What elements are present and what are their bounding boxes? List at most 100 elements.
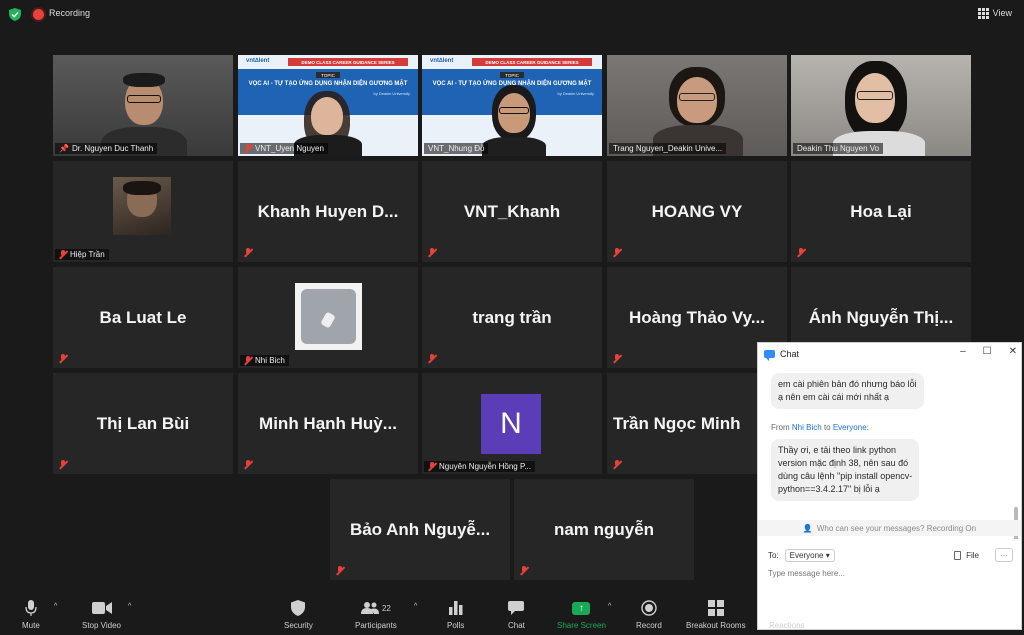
- meeting-top-bar: Recording View: [0, 0, 1024, 28]
- participant-tile[interactable]: HOANG VY: [607, 161, 787, 262]
- recipient-name-link[interactable]: Everyone:: [833, 423, 869, 432]
- participant-tile[interactable]: Trang Nguyen_Deakin Unive...: [607, 55, 787, 156]
- mic-muted-icon: [244, 356, 252, 365]
- bar-chart-icon: [448, 598, 463, 618]
- mic-muted-icon: [613, 248, 621, 257]
- pin-icon: 📌: [59, 144, 69, 153]
- chevron-down-icon: ▾: [825, 550, 830, 560]
- share-screen-button[interactable]: ↑ Share Screen: [557, 598, 606, 630]
- polls-button[interactable]: Polls: [447, 598, 464, 630]
- video-camera-icon: [91, 598, 112, 618]
- file-button[interactable]: File: [954, 550, 979, 560]
- grid-view-icon: [977, 7, 989, 19]
- mic-muted-icon: [428, 248, 436, 257]
- breakout-rooms-button[interactable]: Breakout Rooms: [686, 598, 746, 630]
- participant-tile[interactable]: 📌 Dr. Nguyen Duc Thanh: [53, 55, 233, 156]
- stop-video-button[interactable]: Stop Video: [82, 598, 121, 630]
- recording-label: Recording: [49, 8, 91, 18]
- participant-tile[interactable]: nam nguyễn: [514, 479, 694, 580]
- chat-panel: Chat – ☐ ✕ em cài phiên bản đó nhưng báo…: [757, 342, 1022, 630]
- participant-tile[interactable]: trang trần: [422, 267, 602, 368]
- chat-message-list[interactable]: em cài phiên bản đó nhưng báo lỗi ạ nên …: [758, 367, 1021, 539]
- recipient-dropdown[interactable]: Everyone ▾: [784, 548, 835, 562]
- chat-bubble-icon: [764, 350, 775, 361]
- participant-display-name: Hoa Lại: [850, 201, 912, 221]
- mic-muted-icon: [244, 460, 252, 469]
- participant-tile[interactable]: Bảo Anh Nguyễ...: [330, 479, 510, 580]
- more-options-button[interactable]: ···: [995, 548, 1013, 562]
- minimize-button[interactable]: –: [960, 346, 966, 357]
- participant-display-name: VNT_Khanh: [463, 201, 561, 221]
- participants-button[interactable]: 22 Participants: [355, 598, 397, 630]
- view-button[interactable]: View: [977, 6, 1012, 20]
- microphone-icon: [25, 598, 37, 618]
- participant-display-name: Thị Lan Bùi: [96, 413, 190, 433]
- participant-tile[interactable]: N Nguyên Nguyễn Hồng P...: [422, 373, 602, 474]
- participant-tile[interactable]: Hiệp Trần: [53, 161, 233, 262]
- mute-button[interactable]: Mute: [22, 598, 40, 630]
- to-label: To:: [768, 550, 779, 560]
- reactions-button[interactable]: Reactions: [769, 598, 805, 630]
- participant-name-label: Hiệp Trần: [55, 249, 109, 260]
- sender-name-link[interactable]: Nhi Bich: [792, 423, 822, 432]
- mic-muted-icon: [59, 460, 67, 469]
- meeting-toolbar: Mute ^ Stop Video ^ Security 22 Particip…: [0, 596, 1024, 635]
- participants-icon: 22: [360, 598, 391, 618]
- mic-muted-icon: [613, 460, 621, 469]
- message-visibility-notice[interactable]: 👤 Who can see your messages? Recording O…: [758, 520, 1021, 536]
- participant-name-label: VNT_Nhung Đỗ: [424, 143, 489, 154]
- participant-tile[interactable]: Thị Lan Bùi: [53, 373, 233, 474]
- security-button[interactable]: Security: [284, 598, 313, 630]
- share-screen-icon: ↑: [572, 601, 591, 615]
- participant-name-label: Nguyên Nguyễn Hồng P...: [424, 461, 535, 472]
- mic-muted-icon: [428, 354, 436, 363]
- participant-display-name: Bảo Anh Nguyễ...: [349, 519, 491, 539]
- chat-icon: [508, 598, 525, 618]
- participant-avatar: [113, 177, 171, 235]
- participant-name-label: VNT_Uyen Nguyen: [240, 143, 328, 154]
- participant-avatar: [295, 283, 362, 350]
- participant-video: [53, 55, 233, 156]
- chat-message-sender: From Nhi Bich to Everyone:: [771, 423, 869, 432]
- message-input[interactable]: [768, 569, 998, 578]
- mic-muted-icon: [336, 566, 344, 575]
- participant-display-name: trang trần: [472, 307, 552, 327]
- chat-header: Chat – ☐ ✕: [758, 343, 1021, 365]
- participant-display-name: nam nguyễn: [553, 519, 655, 539]
- participant-tile[interactable]: Deakin Thu Nguyen Vo: [791, 55, 971, 156]
- breakout-rooms-icon: [707, 598, 724, 618]
- audio-options-caret[interactable]: ^: [54, 603, 57, 610]
- recording-indicator-icon: [33, 9, 44, 20]
- maximize-button[interactable]: ☐: [983, 346, 992, 357]
- participant-tile[interactable]: vnt∆lent DEMO CLASS CAREER GUIDANCE SERI…: [238, 55, 418, 156]
- participant-name-label: Nhi Bich: [240, 355, 289, 366]
- participant-tile[interactable]: VNT_Khanh: [422, 161, 602, 262]
- participant-tile[interactable]: Nhi Bich: [238, 267, 418, 368]
- shield-check-icon[interactable]: [9, 8, 21, 21]
- mic-muted-icon: [428, 462, 436, 471]
- participant-display-name: HOANG VY: [651, 201, 743, 221]
- record-button[interactable]: Record: [636, 598, 662, 630]
- video-options-caret[interactable]: ^: [128, 603, 131, 610]
- mic-muted-icon: [59, 250, 67, 259]
- chat-title: Chat: [780, 349, 800, 359]
- chat-button[interactable]: Chat: [508, 598, 525, 630]
- chat-message: em cài phiên bản đó nhưng báo lỗi ạ nên …: [771, 373, 924, 409]
- mic-muted-icon: [613, 354, 621, 363]
- shared-slide-background: vnt∆lent DEMO CLASS CAREER GUIDANCE SERI…: [422, 55, 602, 156]
- participant-avatar-initial: N: [481, 394, 541, 454]
- view-label: View: [992, 8, 1012, 18]
- record-icon: [641, 598, 657, 618]
- file-icon: [954, 550, 962, 560]
- share-options-caret[interactable]: ^: [608, 603, 611, 610]
- close-button[interactable]: ✕: [1009, 346, 1017, 357]
- participant-tile[interactable]: Khanh Huyen D...: [238, 161, 418, 262]
- participant-tile[interactable]: Hoa Lại: [791, 161, 971, 262]
- participant-display-name: Khanh Huyen D...: [257, 201, 399, 221]
- recipient-row: To: Everyone ▾ File ···: [768, 547, 1013, 563]
- participant-tile[interactable]: Minh Hạnh Huỳ...: [238, 373, 418, 474]
- participants-options-caret[interactable]: ^: [414, 603, 417, 610]
- participant-tile[interactable]: Ba Luat Le: [53, 267, 233, 368]
- participant-name-label: 📌 Dr. Nguyen Duc Thanh: [55, 143, 158, 154]
- participant-tile[interactable]: vnt∆lent DEMO CLASS CAREER GUIDANCE SERI…: [422, 55, 602, 156]
